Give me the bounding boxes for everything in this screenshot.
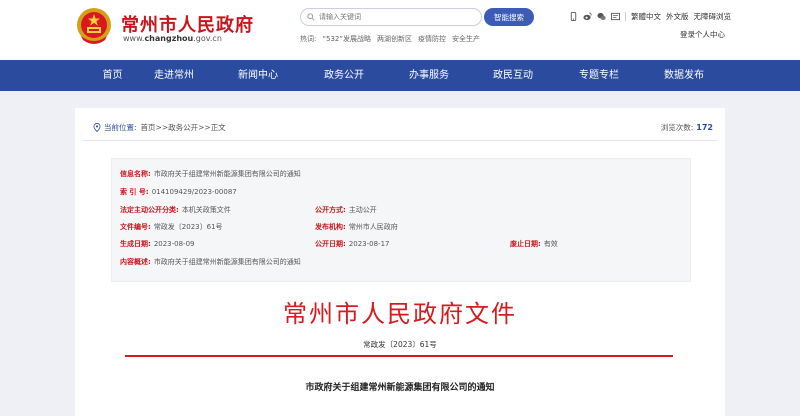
info-row-name: 信息名称: 市政府关于组建常州新能源集团有限公司的通知 — [120, 169, 301, 179]
document-number: 常政发〔2023〕61号 — [363, 340, 437, 349]
info-row-category: 法定主动公开分类: 本机关政策文件 — [120, 205, 231, 215]
hot-words-label: 热词: — [300, 35, 317, 43]
hot-word-link[interactable]: 疫情防控 — [418, 34, 446, 44]
mobile-icon[interactable] — [569, 12, 578, 21]
breadcrumb-home[interactable]: 首页 — [141, 122, 156, 133]
hot-word-link[interactable]: “532”发展战略 — [322, 34, 371, 44]
info-key: 废止日期: — [510, 240, 541, 248]
tool-divider — [625, 12, 626, 21]
accessible-browsing-link[interactable]: 无障碍浏览 — [694, 11, 732, 22]
breadcrumb: 当前位置: 首页 >> 政务公开 >> 正文 — [93, 122, 226, 133]
info-row-mode: 公开方式: 主动公开 — [315, 205, 377, 215]
message-icon[interactable] — [611, 12, 620, 21]
info-value: 常政发〔2023〕61号 — [153, 223, 223, 231]
weibo-icon[interactable] — [583, 12, 592, 21]
smart-search-button[interactable]: 智能搜索 — [484, 8, 534, 26]
header-tools: 繁體中文 外文版 无障碍浏览 — [569, 11, 731, 22]
nav-item-about[interactable]: 走进常州 — [148, 60, 200, 91]
info-key: 文件编号: — [120, 223, 151, 231]
info-key: 法定主动公开分类: — [120, 206, 179, 214]
search-box — [300, 8, 482, 26]
info-row-docno: 文件编号: 常政发〔2023〕61号 — [120, 222, 223, 232]
main-nav: 首页 走进常州 新闻中心 政务公开 办事服务 政民互动 专题专栏 数据发布 — [0, 60, 800, 91]
foreign-version-link[interactable]: 外文版 — [666, 11, 689, 22]
location-icon — [93, 123, 101, 132]
wechat-icon[interactable] — [597, 12, 606, 21]
info-key: 生成日期: — [120, 240, 151, 248]
info-key: 信息名称: — [120, 170, 151, 178]
traditional-chinese-link[interactable]: 繁體中文 — [631, 11, 661, 22]
breadcrumb-gov-open[interactable]: 政务公开 — [168, 122, 198, 133]
info-row-org: 发布机构: 常州市人民政府 — [315, 222, 398, 232]
info-key: 索 引 号: — [120, 188, 149, 196]
site-url: www.changzhou.gov.cn — [123, 34, 222, 43]
info-key: 公开日期: — [315, 240, 346, 248]
info-value: 主动公开 — [348, 206, 377, 214]
breadcrumb-separator: >> — [155, 123, 169, 132]
info-row-summary: 内容概述: 市政府关于组建常州新能源集团有限公司的通知 — [120, 257, 301, 267]
info-key: 内容概述: — [120, 258, 151, 266]
hot-word-link[interactable]: 安全生产 — [452, 34, 480, 44]
info-value: 有效 — [543, 240, 558, 248]
view-count-label: 浏览次数: — [660, 123, 694, 132]
info-row-published: 公开日期: 2023-08-17 — [315, 239, 390, 249]
search-input[interactable] — [319, 13, 469, 21]
info-value: 常州市人民政府 — [348, 223, 398, 231]
info-key: 发布机构: — [315, 223, 346, 231]
url-suffix: .gov.cn — [193, 34, 222, 43]
nav-item-gov-open[interactable]: 政务公开 — [318, 60, 370, 91]
info-key: 公开方式: — [315, 206, 346, 214]
login-link[interactable]: 登录个人中心 — [680, 29, 725, 40]
breadcrumb-label: 当前位置: — [104, 123, 137, 132]
info-table: 信息名称: 市政府关于组建常州新能源集团有限公司的通知 索 引 号: 0141094… — [111, 158, 691, 282]
nav-item-interaction[interactable]: 政民互动 — [487, 60, 539, 91]
emblem-icon[interactable] — [75, 6, 113, 46]
info-row-generated: 生成日期: 2023-08-09 — [120, 239, 195, 249]
red-divider — [125, 355, 673, 357]
hot-words: 热词: “532”发展战略 两湖创新区 疫情防控 安全生产 — [300, 34, 480, 44]
view-count-value: 172 — [696, 123, 713, 132]
content-panel: 当前位置: 首页 >> 政务公开 >> 正文 浏览次数: 172 信息名称: 市政府… — [75, 108, 725, 416]
nav-item-services[interactable]: 办事服务 — [403, 60, 455, 91]
info-value: 2023-08-17 — [348, 240, 390, 248]
breadcrumb-current: 正文 — [210, 123, 226, 132]
divider — [83, 140, 717, 141]
hot-word-link[interactable]: 两湖创新区 — [377, 34, 412, 44]
notice-title: 市政府关于组建常州新能源集团有限公司的通知 — [305, 383, 495, 393]
info-value: 市政府关于组建常州新能源集团有限公司的通知 — [153, 258, 301, 266]
info-row-index: 索 引 号: 014109429/2023-00087 — [120, 187, 237, 197]
breadcrumb-separator: >> — [198, 123, 211, 132]
site-header: 常州市人民政府 www.changzhou.gov.cn 智能搜索 热词: “5… — [0, 0, 800, 60]
nav-item-news[interactable]: 新闻中心 — [232, 60, 284, 91]
info-value: 本机关政策文件 — [181, 206, 231, 214]
document-title: 常州市人民政府文件 — [283, 300, 517, 328]
info-row-expiry: 废止日期: 有效 — [510, 239, 558, 249]
info-value: 014109429/2023-00087 — [151, 188, 237, 196]
info-value: 市政府关于组建常州新能源集团有限公司的通知 — [153, 170, 301, 178]
nav-item-data[interactable]: 数据发布 — [658, 60, 710, 91]
search-icon — [307, 13, 315, 21]
url-prefix: www. — [123, 34, 145, 43]
info-value: 2023-08-09 — [153, 240, 195, 248]
url-domain: changzhou — [144, 34, 194, 43]
view-count: 浏览次数: 172 — [661, 122, 713, 133]
nav-item-topics[interactable]: 专题专栏 — [573, 60, 625, 91]
